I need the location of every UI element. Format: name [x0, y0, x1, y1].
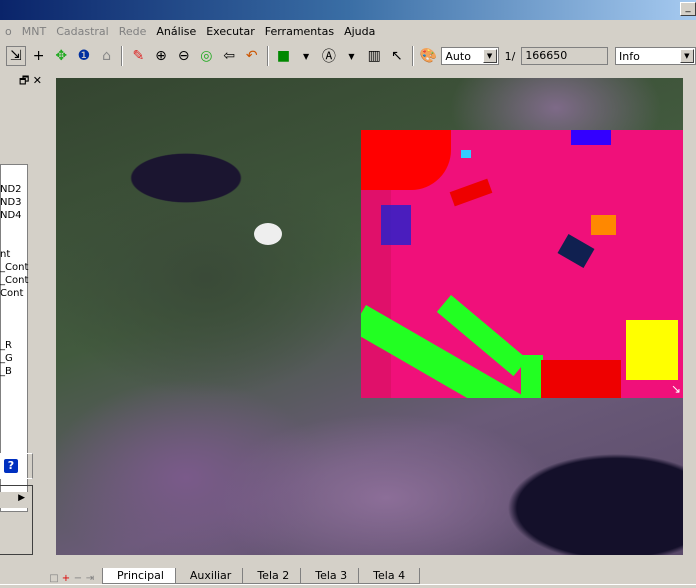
class-region — [461, 150, 471, 158]
zoom-area-icon[interactable]: ◎ — [197, 46, 217, 66]
scale-mode-value: Auto — [445, 49, 471, 63]
menu-item-cadastral[interactable]: Cadastral — [51, 25, 114, 38]
layer-item[interactable]: ND3 — [0, 196, 28, 209]
layer-item[interactable]: ND2 — [0, 183, 28, 196]
zoom-in-icon[interactable]: ⊕ — [151, 46, 171, 66]
dropdown-arrow-icon[interactable]: ▼ — [342, 46, 362, 66]
class-region — [557, 233, 595, 269]
class-region — [521, 355, 543, 398]
class-region — [361, 130, 451, 190]
tab-auxiliar[interactable]: Auxiliar — [174, 568, 247, 584]
help-icon[interactable]: ? — [4, 459, 18, 473]
menu-item-rede[interactable]: Rede — [114, 25, 152, 38]
status-bar — [0, 584, 696, 588]
menu-item-ajuda[interactable]: Ajuda — [339, 25, 380, 38]
scale-field[interactable]: 166650 — [521, 47, 609, 65]
info-mode-value: Info — [619, 49, 640, 63]
layer-item[interactable]: Cont — [0, 287, 28, 300]
pencil-icon[interactable]: ✎ — [128, 46, 148, 66]
layer-list: ND2 ND3 ND4 nt _Cont _Cont Cont _R _G _B — [0, 183, 28, 378]
resize-handle-icon[interactable]: ↘ — [671, 382, 681, 396]
class-region — [591, 215, 616, 235]
layer-item[interactable]: _Cont — [0, 261, 28, 274]
tag-icon[interactable]: ⌂ — [97, 46, 117, 66]
pan-icon[interactable]: ✥ — [51, 46, 71, 66]
layers-panel: 🗗 ✕ ND2 ND3 ND4 nt _Cont _Cont Cont _R _… — [0, 70, 50, 588]
scale-icon[interactable]: Ⓐ — [319, 46, 339, 66]
tab-tela-2[interactable]: Tela 2 — [242, 568, 305, 584]
info-icon[interactable]: ❶ — [74, 46, 94, 66]
map-canvas[interactable]: ↘ — [56, 78, 683, 555]
class-region — [449, 178, 493, 207]
float-icon[interactable]: 🗗 — [19, 74, 29, 87]
grid-icon[interactable]: ▥ — [364, 46, 384, 66]
back-arrow-icon[interactable]: ⇦ — [219, 46, 239, 66]
zoom-out-icon[interactable]: ⊖ — [174, 46, 194, 66]
class-region — [541, 360, 621, 398]
scale-mode-select[interactable]: Auto ▼ — [441, 47, 499, 65]
chevron-down-icon[interactable]: ▼ — [482, 49, 497, 63]
cursor-plus-icon[interactable]: ↖ — [387, 46, 407, 66]
menu-bar: o MNT Cadastral Rede Análise Executar Fe… — [0, 21, 380, 41]
title-bar: _ — [0, 0, 696, 20]
menu-item-executar[interactable]: Executar — [201, 25, 260, 38]
tab-tela-4[interactable]: Tela 4 — [358, 568, 421, 584]
separator — [266, 46, 269, 66]
layer-item[interactable]: _B — [0, 365, 28, 378]
palette-icon[interactable]: 🎨 — [419, 46, 439, 66]
menu-item-ferramentas[interactable]: Ferramentas — [260, 25, 339, 38]
close-icon[interactable]: ✕ — [33, 74, 42, 87]
select-arrow-icon[interactable]: ⇲ — [6, 46, 26, 66]
layer-icon[interactable]: ■ — [274, 46, 294, 66]
info-mode-select[interactable]: Info ▼ — [615, 47, 696, 65]
class-region — [571, 130, 611, 145]
screen-tabs: □ + − ⇥ Principal Auxiliar Tela 2 Tela 3… — [48, 566, 421, 584]
next-icon[interactable]: ⇥ — [84, 573, 96, 584]
add-icon[interactable]: + — [60, 573, 72, 584]
panel-controls: 🗗 ✕ — [19, 72, 42, 91]
layer-item[interactable]: _R — [0, 339, 28, 352]
minimize-button[interactable]: _ — [680, 2, 696, 16]
layer-item[interactable]: _G — [0, 352, 28, 365]
scale-prefix: 1/ — [504, 49, 516, 63]
tab-tela-3[interactable]: Tela 3 — [300, 568, 363, 584]
help-bar: ? — [0, 453, 33, 479]
separator — [411, 46, 414, 66]
class-region — [626, 320, 678, 380]
dropdown-arrow-icon[interactable]: ▼ — [296, 46, 316, 66]
cloud-area — [254, 223, 282, 245]
lower-panel — [0, 485, 33, 555]
undo-icon[interactable]: ↶ — [242, 46, 262, 66]
menu-item-o[interactable]: o — [0, 25, 17, 38]
classification-overlay: ↘ — [361, 130, 683, 398]
separator — [121, 46, 124, 66]
layer-item[interactable]: nt — [0, 248, 28, 261]
menu-item-mnt[interactable]: MNT — [17, 25, 51, 38]
toolbar: ⇲ + ✥ ❶ ⌂ ✎ ⊕ ⊖ ◎ ⇦ ↶ ■ ▼ Ⓐ ▼ ▥ ↖ 🎨 Auto… — [0, 43, 696, 69]
tree-header — [0, 145, 28, 165]
crosshair-icon[interactable]: + — [29, 46, 49, 66]
restore-icon[interactable]: □ — [48, 573, 60, 584]
layer-item[interactable]: ND4 — [0, 209, 28, 222]
remove-icon[interactable]: − — [72, 573, 84, 584]
menu-item-analise[interactable]: Análise — [151, 25, 201, 38]
tab-principal[interactable]: Principal — [102, 568, 179, 584]
class-region — [381, 205, 411, 245]
layer-item[interactable]: _Cont — [0, 274, 28, 287]
chevron-down-icon[interactable]: ▼ — [679, 49, 694, 63]
